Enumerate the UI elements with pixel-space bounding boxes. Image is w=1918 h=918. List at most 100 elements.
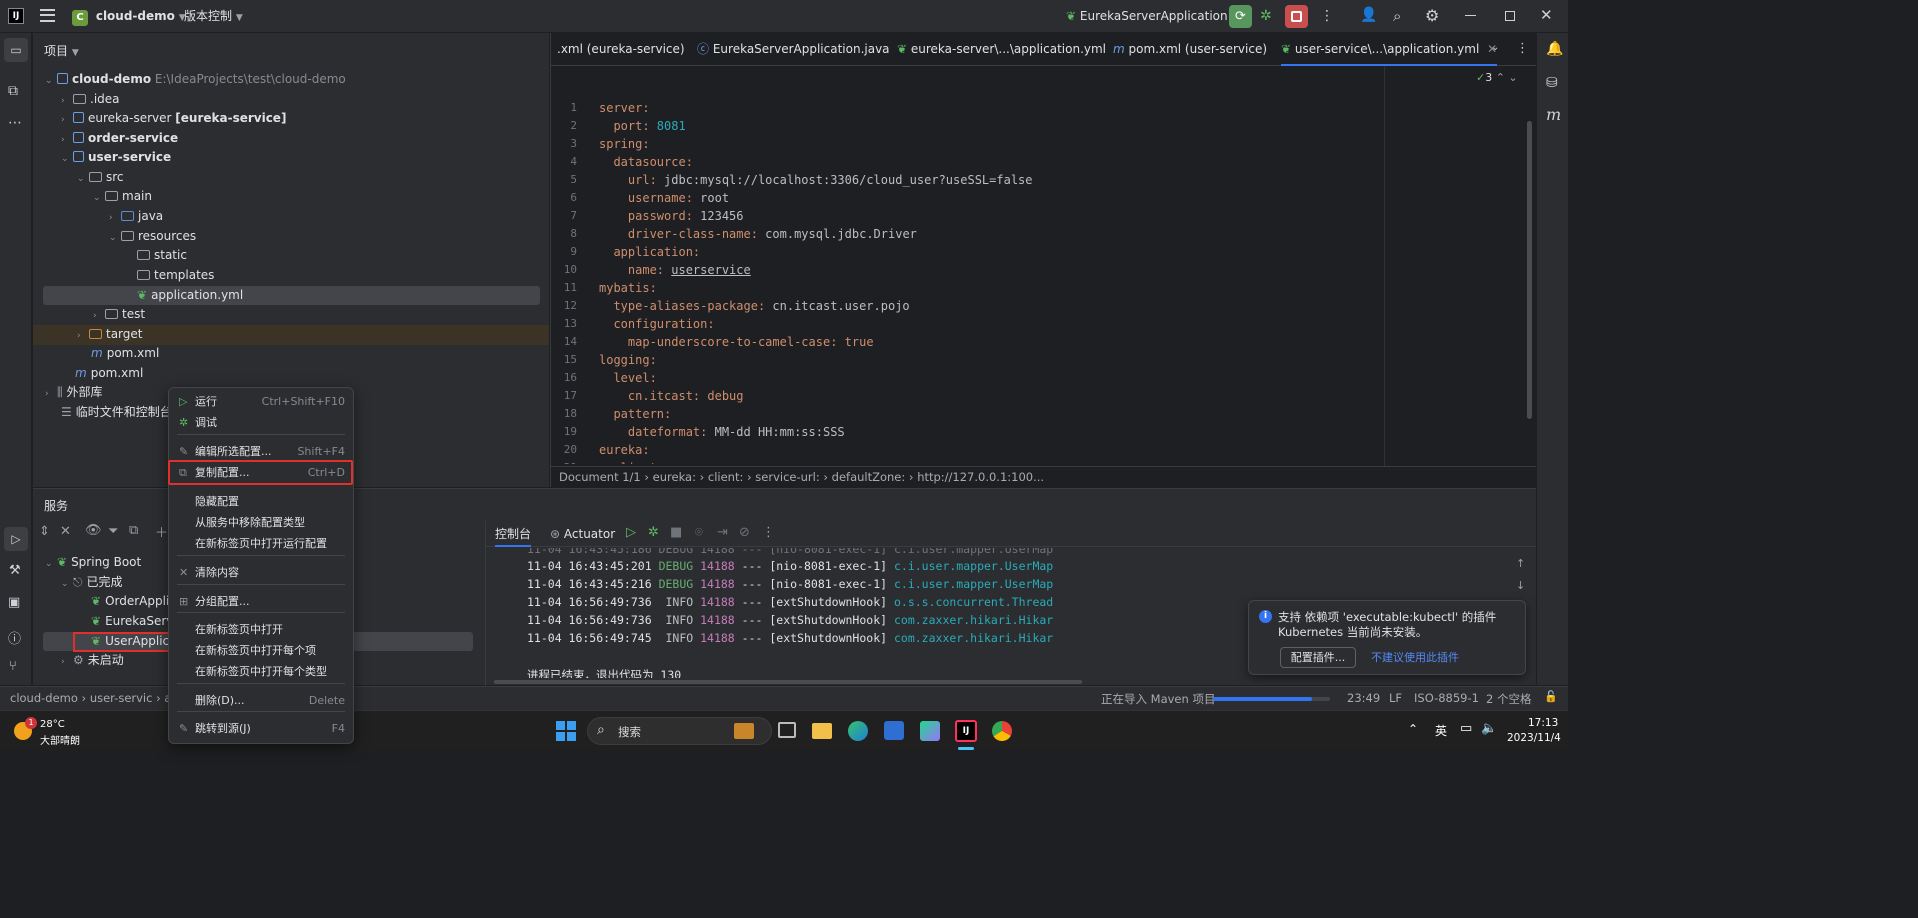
code-line[interactable]: username: root [599, 191, 729, 205]
line-separator[interactable]: LF [1389, 691, 1402, 705]
menu-item[interactable]: ✎ 编辑所选配置... Shift+F4 [169, 441, 353, 462]
menu-item[interactable]: ▷ 运行 Ctrl+Shift+F10 [169, 391, 353, 412]
project-panel-header[interactable]: 项目 ▼ [44, 42, 79, 59]
services-tool-icon[interactable]: ▷ [4, 527, 28, 551]
debug-button[interactable]: ✲ [1260, 8, 1272, 24]
debug-icon[interactable]: ✲ [648, 525, 659, 540]
tree-node-cloud-demo[interactable]: ⌄ cloud-demo E:\IdeaProjects\test\cloud-d… [45, 70, 346, 89]
code-line[interactable]: configuration: [599, 317, 714, 331]
tree-node-application-yml[interactable]: ❦ application.yml [137, 286, 243, 305]
code-line[interactable]: port: 8081 [599, 119, 685, 133]
tab-more-icon[interactable]: ⋮ [1516, 41, 1529, 56]
intellij-icon[interactable]: IJ [955, 720, 977, 742]
start-button[interactable] [556, 721, 576, 741]
more-tools-icon[interactable]: ⋯ [8, 115, 22, 131]
tree-node-pom-user[interactable]: m pom.xml [91, 344, 159, 363]
tree-node-java[interactable]: › java [109, 207, 163, 226]
network-icon[interactable]: ▭ [1460, 721, 1472, 736]
git-tool-icon[interactable]: ⑂ [9, 659, 17, 674]
edge-browser-icon[interactable] [848, 721, 868, 741]
tree-node-test[interactable]: › test [93, 305, 145, 324]
breadcrumb-item[interactable]: http://127.0.0.1:100... [917, 470, 1044, 484]
menu-item[interactable]: ✕ 清除内容 [169, 562, 353, 583]
vcs-widget[interactable]: 版本控制 ▼ [184, 6, 243, 27]
menu-item[interactable]: 在新标签页中打开运行配置 [169, 533, 353, 554]
clock-time[interactable]: 17:13 [1528, 717, 1558, 729]
add-user-icon[interactable]: 👤 [1360, 7, 1377, 23]
breadcrumb-item[interactable]: user-servic [90, 691, 153, 705]
profiler-icon[interactable]: ⊘ [739, 525, 750, 540]
tree-node-user-service[interactable]: ⌄ user-service [61, 148, 171, 167]
code-line[interactable]: client: [599, 461, 664, 464]
code-line[interactable]: driver-class-name: com.mysql.jdbc.Driver [599, 227, 917, 241]
tree-node-src[interactable]: ⌄ src [77, 168, 124, 187]
maven-icon[interactable]: m [1546, 105, 1561, 124]
menu-item[interactable]: 在新标签页中打开 [169, 619, 353, 640]
close-window-button[interactable]: ✕ [1540, 6, 1553, 24]
tab-console[interactable]: 控制台 [495, 521, 532, 547]
code-line[interactable]: server: [599, 101, 650, 115]
collapse-all-icon[interactable]: ✕ [60, 524, 71, 539]
more-actions-icon[interactable]: ⋮ [762, 525, 775, 540]
menu-item[interactable]: ⊞ 分组配置... [169, 591, 353, 612]
structure-tool-icon[interactable]: ⧉ [8, 83, 18, 99]
code-area[interactable]: 1 server: 2 port: 8081 3 spring: 4 datasource… [551, 66, 1526, 464]
code-line[interactable]: datasource: [599, 155, 692, 169]
tree-node-target[interactable]: › target [77, 325, 143, 344]
menu-item[interactable]: ✎ 跳转到源(J) F4 [169, 718, 353, 739]
tree-node-eureka-server[interactable]: › eureka-server [eureka-service] [61, 109, 286, 128]
console-hscrollbar[interactable] [494, 680, 1082, 684]
dismiss-plugin-link[interactable]: 不建议使用此插件 [1371, 649, 1459, 665]
run-config-selector[interactable]: ❦ EurekaServerApplication ▼ [1066, 6, 1238, 27]
code-line[interactable]: logging: [599, 353, 657, 367]
expand-all-icon[interactable]: ⇕ [39, 524, 50, 539]
menu-item[interactable]: 删除(D)... Delete [169, 690, 353, 711]
taskbar-search[interactable]: ⌕ 搜索 [587, 717, 772, 745]
code-line[interactable]: type-aliases-package: cn.itcast.user.poj… [599, 299, 909, 313]
more-actions-icon[interactable]: ⋮ [1320, 6, 1334, 26]
project-tool-icon[interactable]: ▭ [4, 38, 28, 62]
project-widget[interactable]: C cloud-demo ▼ [72, 6, 186, 27]
file-explorer-icon[interactable] [812, 723, 832, 739]
clock-date[interactable]: 2023/11/4 [1507, 732, 1561, 744]
eye-icon[interactable]: 👁 [85, 523, 102, 538]
menu-item[interactable]: 从服务中移除配置类型 [169, 512, 353, 533]
file-encoding[interactable]: ISO-8859-1 [1414, 691, 1479, 705]
task-view-icon[interactable] [778, 722, 796, 738]
problems-tool-icon[interactable]: ⓘ [8, 628, 21, 647]
configure-plugins-button[interactable]: 配置插件... [1280, 647, 1356, 668]
breadcrumb-item[interactable]: defaultZone: [832, 470, 906, 484]
settings-gear-icon[interactable]: ⚙ [1425, 6, 1439, 25]
caret-position[interactable]: 23:49 [1347, 691, 1380, 705]
code-line[interactable]: mybatis: [599, 281, 657, 295]
build-tool-icon[interactable]: ⚒ [9, 563, 21, 578]
breadcrumb-item[interactable]: cloud-demo [10, 691, 78, 705]
chrome-icon[interactable] [992, 721, 1012, 741]
stop-icon[interactable]: ■ [670, 525, 682, 540]
editor-tab[interactable]: ⓒ EurekaServerApplication.java [697, 33, 890, 65]
stop-button[interactable] [1285, 5, 1308, 28]
code-line[interactable]: url: jdbc:mysql://localhost:3306/cloud_u… [599, 173, 1033, 187]
minimize-button[interactable] [1465, 15, 1476, 16]
tree-node-static[interactable]: static [137, 246, 187, 265]
console-scroll-up-icon[interactable]: ↑ [1516, 557, 1525, 570]
tree-node-resources[interactable]: ⌄ resources [109, 227, 196, 246]
code-line[interactable]: dateformat: MM-dd HH:mm:ss:SSS [599, 425, 845, 439]
editor-tab[interactable]: m pom.xml (user-service) [1113, 33, 1267, 65]
volume-icon[interactable]: 🔈 [1481, 721, 1497, 736]
menu-item[interactable]: 在新标签页中打开每个类型 [169, 661, 353, 682]
tree-node-templates[interactable]: templates [137, 266, 214, 285]
weather-widget[interactable]: 1 28°C 大部晴朗 [14, 717, 104, 747]
terminal-tool-icon[interactable]: ▣ [8, 595, 20, 610]
tree-node-main[interactable]: ⌄ main [93, 187, 152, 206]
tree-node-idea[interactable]: › .idea [61, 90, 120, 109]
breadcrumb-item[interactable]: service-url: [755, 470, 819, 484]
code-line[interactable]: name: userservice [599, 263, 751, 277]
editor-scrollbar[interactable] [1527, 121, 1532, 419]
tree-node-order-service[interactable]: › order-service [61, 129, 178, 148]
editor-tab[interactable]: ❦ eureka-server\...\application.yml [897, 33, 1106, 65]
store-icon[interactable] [884, 721, 904, 740]
code-line[interactable]: pattern: [599, 407, 671, 421]
code-line[interactable]: application: [599, 245, 700, 259]
background-task-label[interactable]: 正在导入 Maven 项目 [1101, 691, 1215, 707]
